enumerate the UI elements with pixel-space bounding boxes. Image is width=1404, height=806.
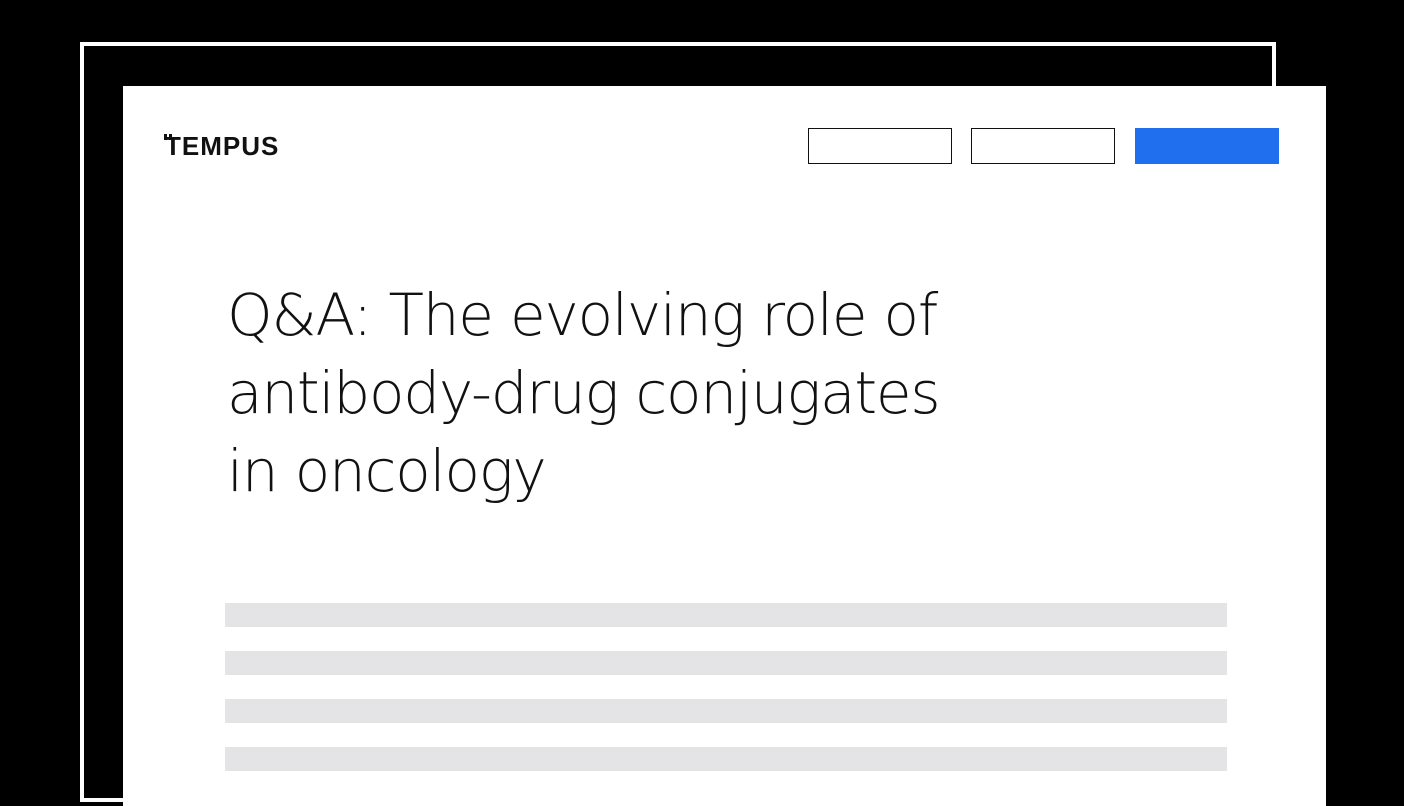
- logo-wordmark: TEMPUS: [164, 131, 280, 161]
- placeholder-text-line: [225, 603, 1227, 627]
- placeholder-text-line: [225, 699, 1227, 723]
- placeholder-text-line: [225, 651, 1227, 675]
- nav-button-2[interactable]: [971, 128, 1115, 164]
- title-line-3: in oncology: [227, 437, 547, 505]
- page-card: TEMPUS Q&A: The evolving role of antibody…: [123, 86, 1326, 806]
- title-line-1: Q&A: The evolving role of: [227, 281, 938, 349]
- title-line-2: antibody-drug conjugates: [227, 359, 941, 427]
- nav-button-primary[interactable]: [1135, 128, 1279, 164]
- placeholder-text-line: [225, 747, 1227, 771]
- tempus-logo[interactable]: TEMPUS: [164, 133, 279, 159]
- article-title: Q&A: The evolving role of antibody-drug c…: [227, 276, 1127, 510]
- nav-button-1[interactable]: [808, 128, 952, 164]
